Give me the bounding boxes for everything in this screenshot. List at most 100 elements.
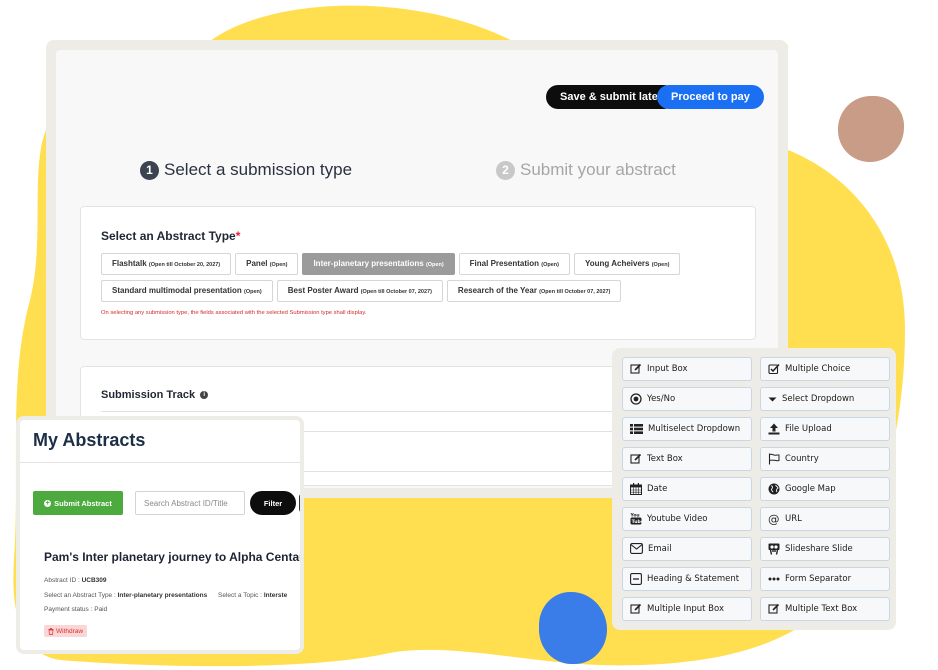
field-label: Multiple Text Box: [785, 603, 858, 614]
field-label: Slideshare Slide: [785, 543, 853, 554]
edit-icon: [630, 603, 642, 614]
step-label-2: Submit your abstract: [520, 160, 676, 179]
filter-button[interactable]: Filter: [250, 491, 296, 515]
list-icon: [630, 423, 643, 434]
chip-flashtalk[interactable]: Flashtalk (Open till October 20, 2027): [101, 253, 232, 275]
field-label: Text Box: [647, 453, 683, 464]
abstract-type-title-text: Select an Abstract Type: [101, 229, 236, 243]
required-mark: *: [235, 229, 241, 243]
chip-label: Best Poster Award: [287, 286, 359, 295]
search-abstract-input[interactable]: [135, 491, 245, 515]
plus-circle-icon: +: [44, 499, 52, 507]
field-url[interactable]: @ URL: [760, 506, 890, 531]
chip-label: Research of the Year: [457, 286, 537, 295]
field-label: URL: [785, 513, 802, 524]
field-multiple-choice[interactable]: Multiple Choice: [760, 357, 890, 381]
chip-best-poster-award[interactable]: Best Poster Award (Open till October 07,…: [276, 280, 443, 302]
submit-abstract-label: Submit Abstract: [54, 498, 112, 508]
submission-track-title: Submission Track i: [101, 389, 209, 401]
chip-label: Flashtalk: [112, 259, 147, 268]
chip-label: Panel: [246, 259, 268, 268]
chip-label: Standard multimodal presentation: [112, 286, 242, 295]
field-label: Multiple Choice: [785, 364, 851, 374]
proceed-to-pay-button[interactable]: Proceed to pay: [657, 85, 764, 109]
abstract-type-value: Inter-planetary presentations: [117, 592, 208, 599]
chip-standard-multimodal-presentation[interactable]: Standard multimodal presentation (Open): [101, 280, 273, 302]
step-number-2: 2: [496, 160, 515, 180]
abstract-id-value: UCB309: [81, 577, 107, 584]
chip-status: (Open): [425, 262, 444, 268]
edit-icon: [630, 363, 642, 374]
my-abstracts-window: My Abstracts + Submit Abstract Filter Pa…: [16, 416, 304, 654]
field-email[interactable]: Email: [622, 536, 752, 561]
info-icon[interactable]: i: [200, 391, 209, 399]
field-label: Date: [647, 483, 668, 494]
chip-panel[interactable]: Panel (Open): [235, 253, 299, 275]
abstract-topic-label: Select a Topic :: [218, 592, 262, 599]
submit-abstract-button[interactable]: + Submit Abstract: [33, 491, 123, 515]
abstract-type-card: Select an Abstract Type* Flashtalk (Open…: [80, 206, 756, 340]
submission-type-note: On selecting any submission type, the fi…: [101, 310, 367, 316]
field-multiple-input-box[interactable]: Multiple Input Box: [622, 596, 752, 621]
trash-icon: [48, 627, 54, 635]
youtube-icon: YouTube: [630, 513, 642, 526]
field-youtube-video[interactable]: YouTube Youtube Video: [622, 506, 752, 531]
submission-track-title-text: Submission Track: [101, 389, 196, 401]
field-text-box[interactable]: Text Box: [622, 446, 752, 471]
field-form-separator[interactable]: Form Separator: [760, 566, 890, 591]
field-select-dropdown[interactable]: Select Dropdown: [760, 386, 890, 411]
field-date[interactable]: Date: [622, 476, 752, 501]
chip-inter-planetary-presentations[interactable]: Inter-planetary presentations (Open): [302, 253, 455, 275]
abstract-type-chip-row-2: Standard multimodal presentation (Open) …: [101, 280, 622, 302]
edit-icon: [768, 603, 780, 614]
field-heading-statement[interactable]: Heading & Statement: [622, 566, 752, 591]
field-yes-no[interactable]: Yes/No: [622, 386, 752, 411]
radio-icon: [630, 393, 642, 405]
abstract-type-chip-row-1: Flashtalk (Open till October 20, 2027) P…: [101, 253, 681, 275]
form-field-palette: Input Box Multiple Choice Yes/No Select …: [612, 348, 896, 630]
field-country[interactable]: Country: [760, 446, 890, 471]
flag-icon: [768, 453, 780, 465]
chip-status: (Open till October 07, 2027): [360, 289, 432, 295]
field-slideshare-slide[interactable]: Slideshare Slide: [760, 536, 890, 561]
field-label: Select Dropdown: [782, 393, 855, 404]
at-icon: @: [768, 513, 780, 525]
chip-label: Inter-planetary presentations: [313, 259, 424, 268]
field-input-box[interactable]: Input Box: [622, 357, 752, 381]
field-label: File Upload: [785, 423, 832, 434]
envelope-icon: [630, 543, 643, 555]
field-google-map[interactable]: Google Map: [760, 476, 890, 501]
field-label: Google Map: [785, 483, 836, 494]
slideshare-icon: [768, 543, 780, 555]
cut-off-button-edge: [299, 493, 300, 513]
my-abstracts-divider: [20, 462, 300, 463]
globe-icon: [768, 483, 780, 495]
my-abstracts-content: My Abstracts + Submit Abstract Filter Pa…: [20, 420, 300, 650]
field-label: Yes/No: [647, 393, 676, 404]
step-number-1: 1: [140, 160, 159, 180]
field-label: Multiple Input Box: [647, 603, 724, 614]
payment-status-row: Payment status : Paid: [44, 606, 107, 613]
payment-status-value: Paid: [94, 606, 108, 613]
chip-status: (Open): [541, 262, 559, 268]
field-label: Form Separator: [785, 573, 852, 584]
field-multiple-text-box[interactable]: Multiple Text Box: [760, 596, 890, 621]
field-multiselect-dropdown[interactable]: Multiselect Dropdown: [622, 416, 752, 441]
svg-text:Tube: Tube: [632, 519, 642, 525]
chip-research-of-the-year[interactable]: Research of the Year (Open till October …: [446, 280, 622, 302]
upload-icon: [768, 423, 780, 435]
abstract-item-title[interactable]: Pam's Inter planetary journey to Alpha C…: [44, 550, 300, 564]
chip-status: (Open): [651, 262, 670, 268]
field-file-upload[interactable]: File Upload: [760, 416, 890, 441]
field-label: Input Box: [647, 364, 688, 374]
chip-young-acheivers[interactable]: Young Acheivers (Open): [574, 253, 681, 275]
step-submit-abstract[interactable]: 2 Submit your abstract: [496, 160, 676, 180]
blue-decorative-blob: [539, 592, 607, 664]
chip-status: (Open): [269, 262, 288, 268]
step-label-1: Select a submission type: [164, 160, 353, 179]
withdraw-button[interactable]: Withdraw: [44, 625, 88, 637]
abstract-type-topic-row: Select an Abstract Type : Inter-planetar…: [44, 592, 287, 599]
abstract-id-label: Abstract ID :: [44, 577, 80, 584]
abstract-id-row: Abstract ID : UCB309: [44, 577, 107, 584]
chip-final-presentation[interactable]: Final Presentation (Open): [458, 253, 570, 275]
